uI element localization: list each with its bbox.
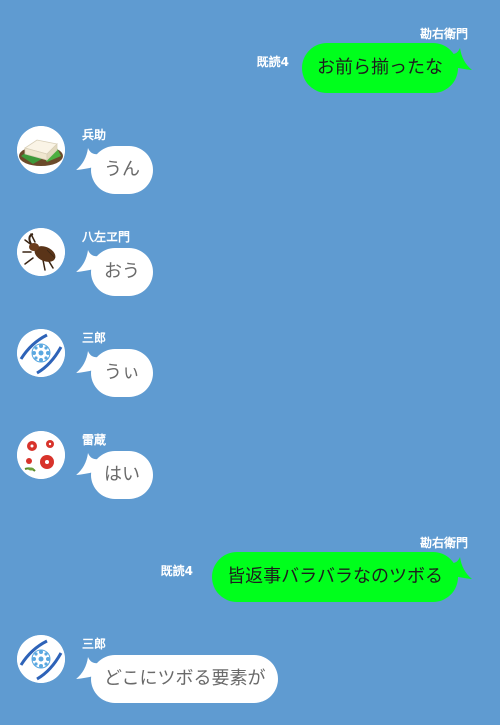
message-bubble[interactable]: うぃ (91, 349, 153, 397)
read-receipt: 既読4 (160, 564, 193, 578)
chat-log: 勘右衛門 既読4 お前ら揃ったな 兵助 うん 八左ヱ門 おう 三郎 うぃ 雷蔵 … (0, 0, 500, 719)
message-bubble[interactable]: はい (91, 451, 153, 499)
beetle-icon (17, 228, 65, 276)
avatar[interactable] (17, 329, 65, 377)
message-bubble[interactable]: どこにツボる要素が (91, 655, 279, 703)
message-incoming: 三郎 うぃ (0, 329, 500, 419)
message-incoming: 八左ヱ門 おう (0, 228, 500, 318)
message-bubble[interactable]: お前ら揃ったな (302, 43, 458, 93)
sender-name: 兵助 (82, 128, 107, 142)
message-incoming: 兵助 うん (0, 126, 500, 216)
avatar[interactable] (17, 126, 65, 174)
message-bubble[interactable]: 皆返事バラバラなのツボる (212, 552, 458, 602)
message-bubble[interactable]: おう (91, 248, 153, 296)
avatar[interactable] (17, 635, 65, 683)
message-incoming: 三郎 どこにツボる要素が (0, 635, 500, 725)
message-incoming: 雷蔵 はい (0, 431, 500, 521)
sender-name: 雷蔵 (82, 433, 107, 447)
sender-name: 八左ヱ門 (82, 230, 131, 244)
sender-name: 勘右衛門 (419, 27, 468, 41)
avatar[interactable] (17, 431, 65, 479)
tofu-icon (17, 126, 65, 174)
message-outgoing: 勘右衛門 既読4 お前ら揃ったな (0, 26, 500, 116)
flower-pattern-icon (17, 635, 65, 683)
sender-name: 勘右衛門 (419, 536, 468, 550)
sender-name: 三郎 (82, 331, 107, 345)
message-bubble[interactable]: うん (91, 146, 153, 194)
avatar[interactable] (17, 228, 65, 276)
sender-name: 三郎 (82, 637, 107, 651)
red-flowers-icon (17, 431, 65, 479)
read-receipt: 既読4 (256, 55, 289, 69)
message-outgoing: 勘右衛門 既読4 皆返事バラバラなのツボる (0, 535, 500, 625)
flower-pattern-icon (17, 329, 65, 377)
